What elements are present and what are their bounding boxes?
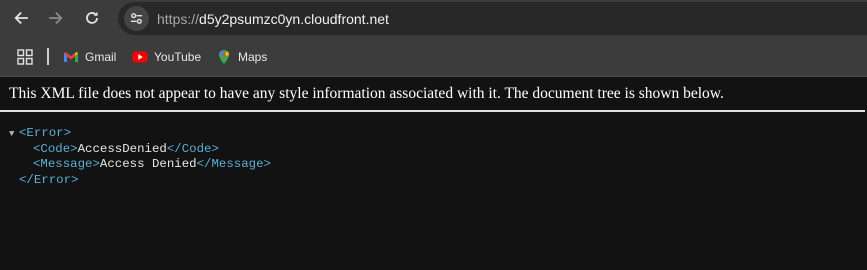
- bookmark-gmail[interactable]: Gmail: [63, 48, 116, 66]
- bookmarks-separator: [47, 48, 49, 65]
- bookmark-label: Maps: [238, 50, 268, 64]
- back-button[interactable]: [9, 6, 33, 30]
- maps-icon: [218, 50, 229, 64]
- xml-root-open-line: ▼ <Error>: [0, 126, 867, 142]
- xml-message-value: Access Denied: [99, 157, 197, 171]
- xml-message-line: <Message>Access Denied</Message>: [0, 157, 867, 173]
- xml-style-notice: This XML file does not appear to have an…: [0, 77, 865, 112]
- bookmark-youtube[interactable]: YouTube: [132, 48, 201, 66]
- gmail-icon: [64, 52, 78, 62]
- youtube-icon: [132, 51, 148, 63]
- bookmark-label: Gmail: [85, 50, 117, 64]
- bookmark-maps[interactable]: Maps: [216, 48, 267, 66]
- xml-tag-error-close: </Error>: [19, 172, 79, 187]
- apps-grid-icon[interactable]: [17, 49, 33, 65]
- xml-tree: ▼ <Error> <Code>AccessDenied</Code> <Mess…: [0, 112, 867, 188]
- xml-tag-message-open: <Message>: [33, 157, 100, 171]
- url-text[interactable]: https://d5y2psumzc0yn.cloudfront.net: [157, 11, 389, 27]
- url-host: d5y2psumzc0yn.cloudfront.net: [199, 11, 389, 27]
- bookmarks-bar: Gmail YouTube Maps: [0, 37, 867, 77]
- xml-tag-code-open: <Code>: [33, 141, 78, 156]
- reload-icon: [86, 11, 98, 24]
- xml-code-value: AccessDenied: [77, 141, 167, 156]
- address-bar[interactable]: https://d5y2psumzc0yn.cloudfront.net: [118, 2, 867, 35]
- arrow-right-icon: [49, 11, 63, 25]
- arrow-left-icon: [14, 11, 28, 25]
- browser-toolbar: https://d5y2psumzc0yn.cloudfront.net: [0, 0, 867, 37]
- bookmark-label: YouTube: [154, 50, 202, 64]
- xml-code-line: <Code>AccessDenied</Code>: [0, 142, 867, 158]
- collapse-toggle-icon[interactable]: ▼: [9, 127, 19, 143]
- site-info-button[interactable]: [124, 6, 149, 31]
- url-scheme: https://: [157, 11, 200, 27]
- xml-tag-code-close: </Code>: [166, 141, 219, 156]
- tune-icon: [130, 13, 143, 24]
- xml-tag-error-open: <Error>: [19, 126, 72, 140]
- page-content: This XML file does not appear to have an…: [0, 77, 867, 188]
- reload-button[interactable]: [80, 6, 104, 30]
- xml-root-close-line: </Error>: [0, 173, 867, 189]
- xml-tag-message-close: </Message>: [196, 157, 271, 171]
- forward-button[interactable]: [44, 6, 68, 30]
